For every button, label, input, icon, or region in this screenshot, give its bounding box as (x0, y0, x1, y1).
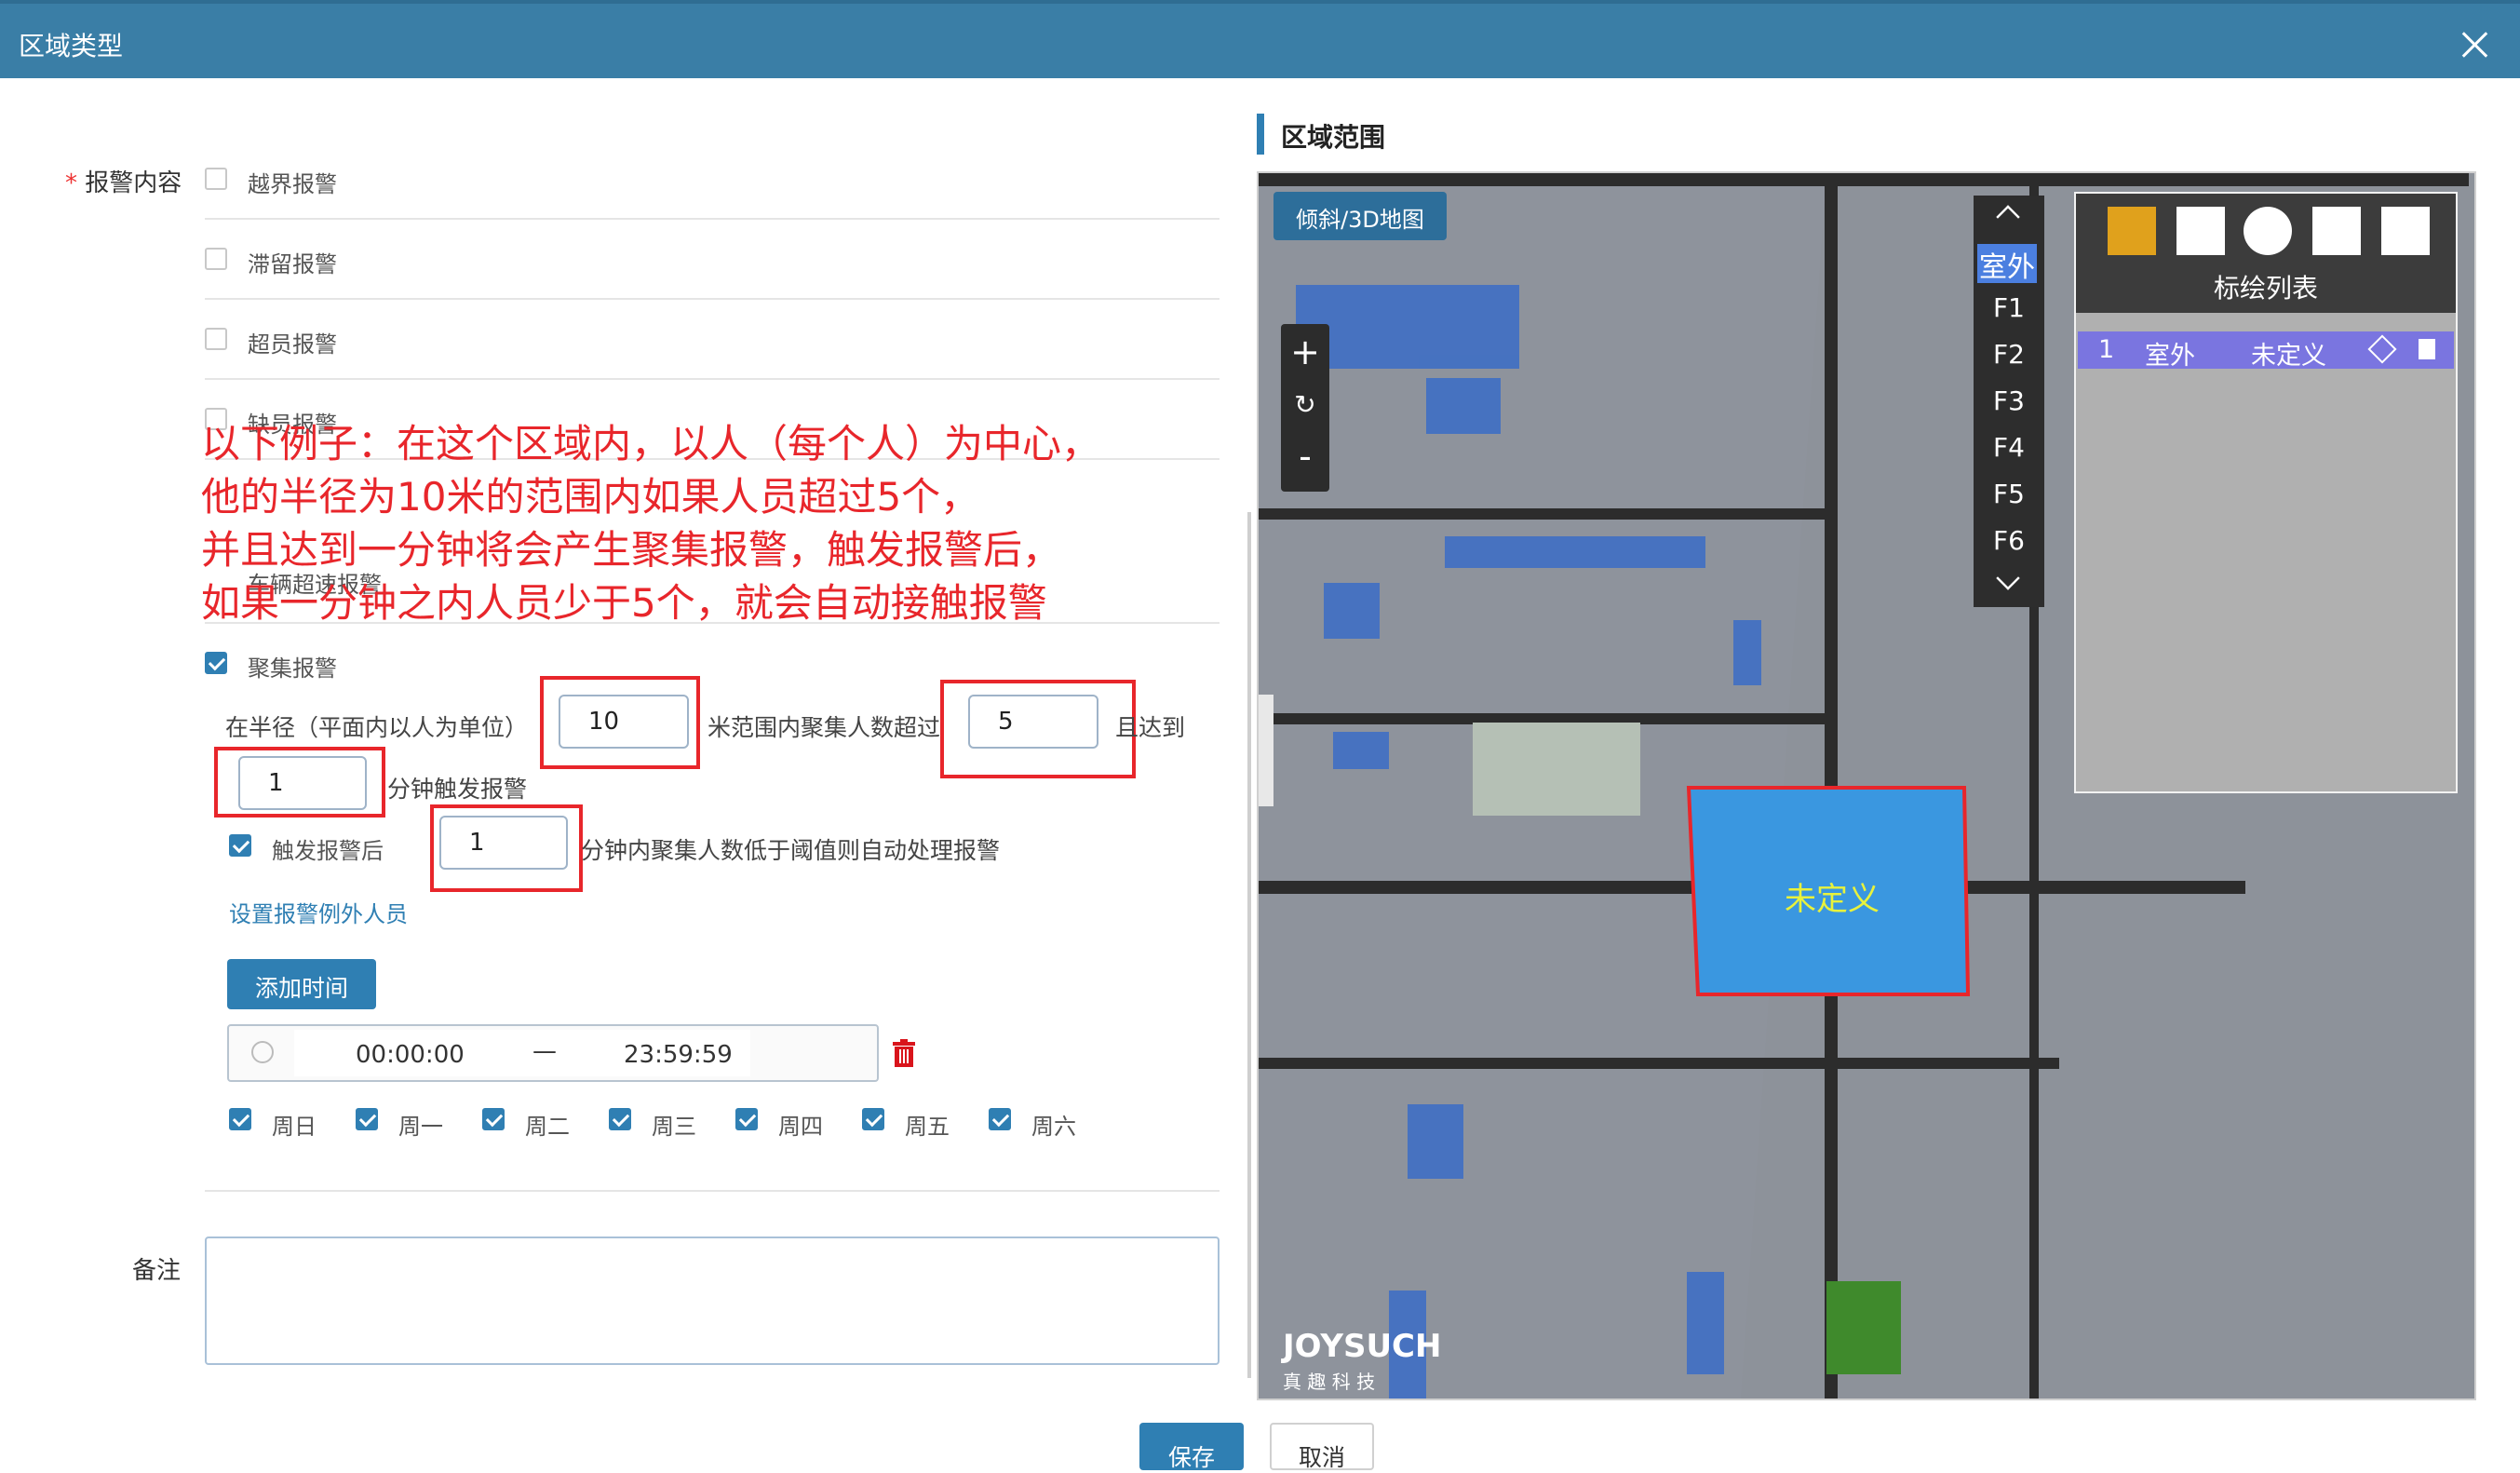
3d-map-button[interactable]: 倾斜/3D地图 (1273, 192, 1447, 240)
dialog-header: 区域类型 (0, 0, 2520, 78)
reset-icon[interactable]: ↻ (1281, 389, 1329, 426)
highlight-box (430, 804, 583, 892)
red-annotation: 以下例子：在这个区域内，以人（每个人）为中心， 他的半径为10米的范围内如果人员… (201, 421, 1101, 626)
time-range-picker[interactable]: 00:00:00 — 23:59:59 (227, 1024, 879, 1082)
map-view[interactable]: 倾斜/3D地图 + ↻ - 室外 F1 F2 F3 F4 F5 F6 标绘列表 … (1257, 171, 2476, 1400)
logo-subtitle: 真 趣 科 技 (1283, 1371, 1376, 1393)
radius-prefix: 在半径（平面内以人为单位） (225, 714, 529, 741)
floor-f1[interactable]: F1 (1977, 292, 2041, 323)
alarm-checkbox-cross[interactable] (205, 168, 227, 190)
map-section-title: 区域范围 (1281, 122, 1386, 153)
exception-people-link[interactable]: 设置报警例外人员 (229, 896, 408, 928)
alarm-content-label: * 报警内容 (65, 169, 182, 197)
draw-list-panel: 标绘列表 1 室外 未定义 (2074, 192, 2458, 793)
floor-f6[interactable]: F6 (1977, 525, 2041, 556)
logo: JOYSUCH (1283, 1328, 1442, 1365)
alarm-row: 滞留报警 (205, 220, 1220, 300)
dialog-title: 区域类型 (19, 31, 124, 61)
export-icon[interactable] (2381, 207, 2430, 255)
chevron-down-icon[interactable] (1996, 566, 2020, 590)
chevron-up-icon[interactable] (1996, 205, 2020, 229)
time-end[interactable]: 23:59:59 (624, 1041, 733, 1069)
draw-toolbar: 标绘列表 (2076, 194, 2456, 313)
reach-suffix: 且达到 (1115, 714, 1186, 741)
floor-selector: 室外 F1 F2 F3 F4 F5 F6 (1974, 196, 2044, 607)
save-button[interactable]: 保存 (1139, 1423, 1244, 1471)
stop-tool-icon[interactable] (2244, 207, 2292, 255)
trash-icon[interactable] (892, 1039, 916, 1067)
cancel-button[interactable]: 取消 (1270, 1423, 1374, 1471)
alarm-row: 越界报警 (205, 140, 1220, 220)
alarm-label: 滞留报警 (248, 251, 337, 277)
alarm-checkbox-gather[interactable] (205, 652, 227, 674)
floor-outdoor[interactable]: 室外 (1977, 244, 2037, 284)
page-edge (2504, 78, 2520, 1470)
floor-f4[interactable]: F4 (1977, 432, 2041, 463)
minutes-suffix: 分钟触发报警 (387, 776, 528, 803)
floor-f5[interactable]: F5 (1977, 479, 2041, 509)
after-alarm-checkbox[interactable] (229, 834, 251, 857)
polygon-tool-icon[interactable] (2108, 207, 2156, 255)
after-suffix: 分钟内聚集人数低于阈值则自动处理报警 (581, 837, 1001, 864)
time-separator: — (532, 1037, 557, 1065)
highlight-box (940, 680, 1136, 778)
draw-list-row[interactable]: 1 室外 未定义 (2078, 331, 2454, 371)
region-label: 未定义 (1785, 881, 1880, 918)
section-bar (1257, 114, 1264, 155)
add-time-button[interactable]: 添加时间 (227, 959, 376, 1009)
edit-icon[interactable] (2367, 334, 2397, 364)
floor-f3[interactable]: F3 (1977, 385, 2041, 416)
remark-label: 备注 (132, 1257, 182, 1285)
delete-icon[interactable] (2419, 339, 2435, 359)
alarm-checkbox-over[interactable] (205, 328, 227, 350)
alarm-row: 超员报警 (205, 300, 1220, 380)
clock-icon (251, 1041, 274, 1063)
zoom-out-button[interactable]: - (1281, 436, 1329, 477)
brush-tool-icon[interactable] (2176, 207, 2225, 255)
floor-f2[interactable]: F2 (1977, 339, 2041, 370)
after-alarm-label: 触发报警后 (272, 838, 384, 864)
time-start[interactable]: 00:00:00 (356, 1041, 465, 1069)
draw-list-title: 标绘列表 (2213, 273, 2318, 304)
close-icon[interactable] (2456, 26, 2493, 63)
scrollbar[interactable] (1247, 512, 1251, 1378)
divider (205, 1190, 1220, 1192)
count-prefix: 米范围内聚集人数超过 (707, 714, 941, 741)
zoom-in-button[interactable]: + (1281, 331, 1329, 372)
zoom-controls: + ↻ - (1281, 324, 1329, 492)
alarm-label: 超员报警 (248, 331, 337, 358)
alarm-label: 聚集报警 (248, 655, 337, 682)
remark-textarea[interactable] (205, 1237, 1220, 1365)
alarm-label: 越界报警 (248, 171, 337, 197)
collapse-handle[interactable] (1259, 695, 1273, 806)
highlight-box (540, 676, 700, 769)
import-icon[interactable] (2312, 207, 2361, 255)
highlight-box (214, 747, 385, 818)
alarm-checkbox-stay[interactable] (205, 248, 227, 270)
